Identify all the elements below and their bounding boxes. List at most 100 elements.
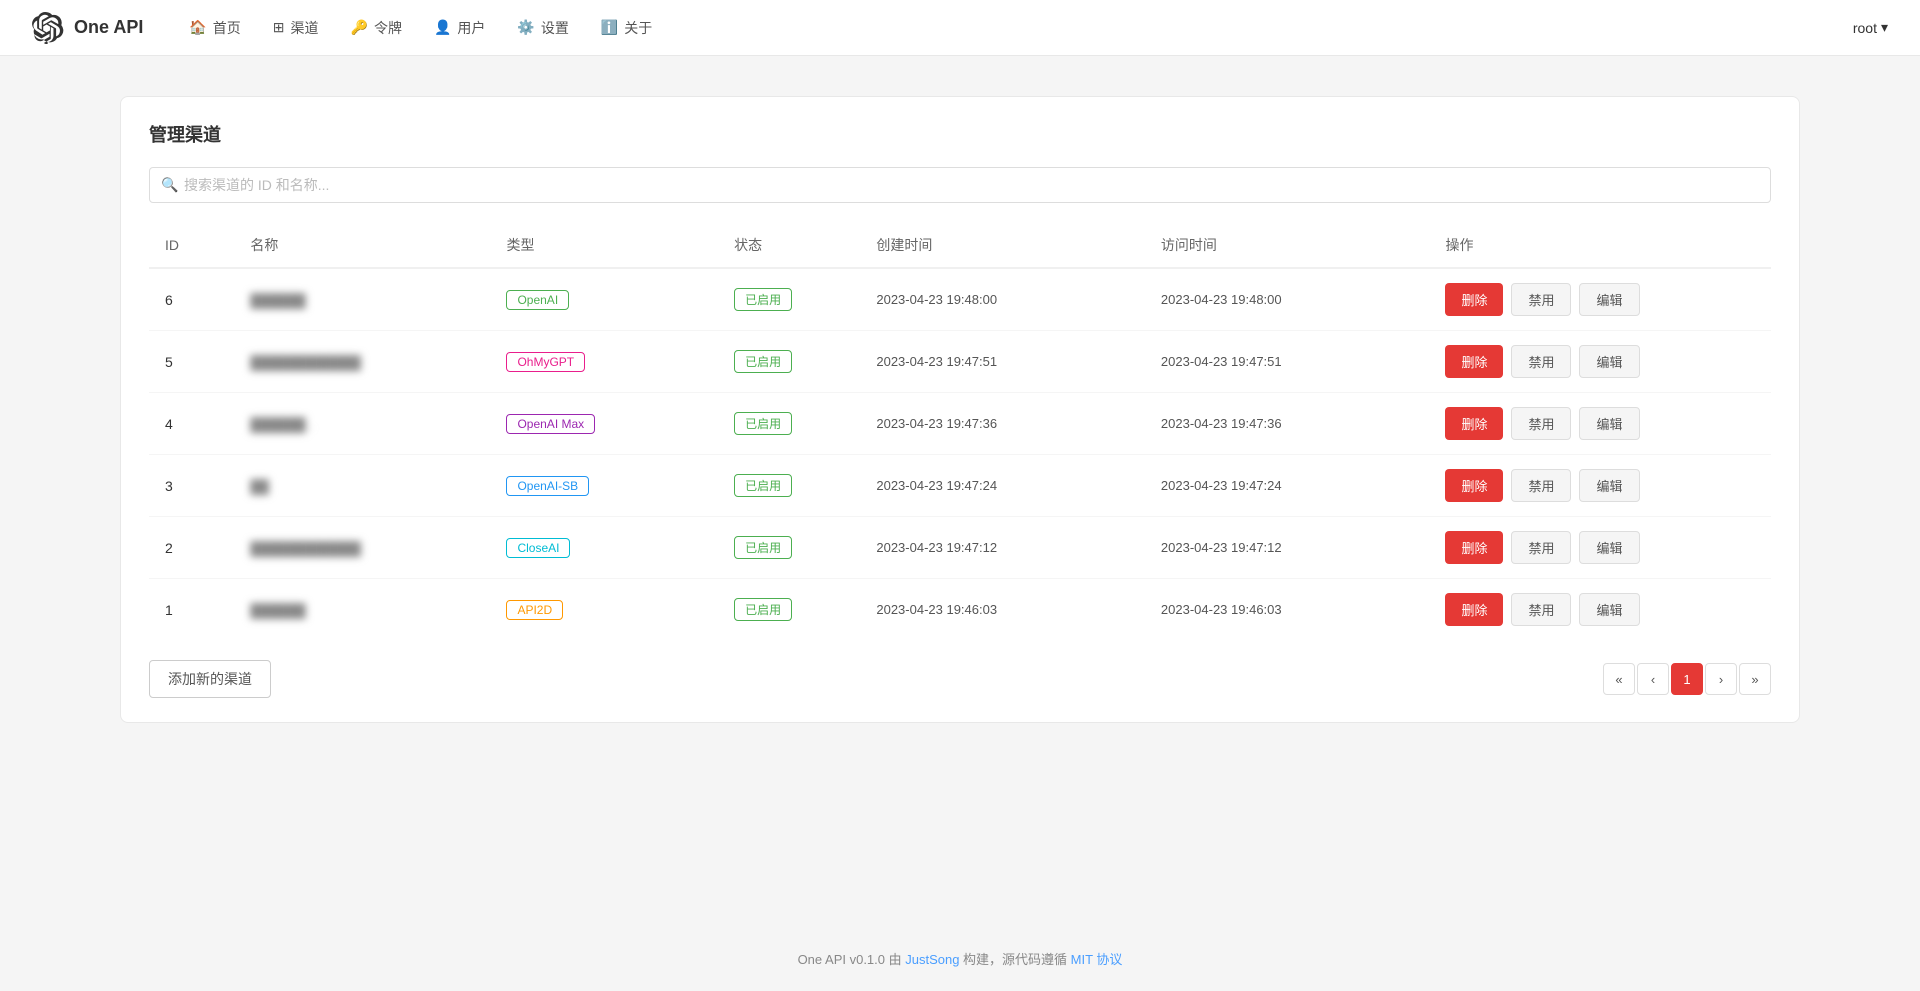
disable-button[interactable]: 禁用	[1511, 469, 1571, 502]
nav-label-token: 令牌	[374, 18, 402, 38]
delete-button[interactable]: 删除	[1445, 469, 1503, 502]
delete-button[interactable]: 删除	[1445, 531, 1503, 564]
table-header: ID 名称 类型 状态 创建时间 访问时间 操作	[149, 223, 1771, 268]
edit-button[interactable]: 编辑	[1579, 531, 1639, 564]
cell-type: OpenAI	[490, 268, 718, 331]
footer-license-link[interactable]: MIT 协议	[1071, 952, 1123, 967]
status-badge: 已启用	[734, 536, 792, 559]
cell-status: 已启用	[718, 268, 860, 331]
search-input[interactable]	[149, 167, 1771, 203]
search-wrap: 🔍	[149, 167, 1771, 203]
cell-id: 2	[149, 517, 234, 579]
nav-item-token[interactable]: 🔑 令牌	[337, 10, 416, 46]
cell-name: ████████████	[234, 517, 490, 579]
delete-button[interactable]: 删除	[1445, 407, 1503, 440]
cell-action: 删除 禁用 编辑	[1429, 455, 1771, 517]
edit-button[interactable]: 编辑	[1579, 345, 1639, 378]
nav-label-user: 用户	[457, 18, 485, 38]
about-icon: ℹ️	[601, 19, 618, 36]
token-icon: 🔑	[351, 19, 368, 36]
channel-name: ████████████	[250, 541, 361, 556]
status-badge: 已启用	[734, 598, 792, 621]
pagination-first[interactable]: «	[1603, 663, 1635, 695]
delete-button[interactable]: 删除	[1445, 345, 1503, 378]
edit-button[interactable]: 编辑	[1579, 469, 1639, 502]
cell-id: 5	[149, 331, 234, 393]
edit-button[interactable]: 编辑	[1579, 283, 1639, 316]
disable-button[interactable]: 禁用	[1511, 531, 1571, 564]
action-group: 删除 禁用 编辑	[1445, 593, 1755, 626]
action-group: 删除 禁用 编辑	[1445, 345, 1755, 378]
pagination-current[interactable]: 1	[1671, 663, 1703, 695]
disable-button[interactable]: 禁用	[1511, 283, 1571, 316]
cell-action: 删除 禁用 编辑	[1429, 268, 1771, 331]
cell-access-time: 2023-04-23 19:48:00	[1145, 268, 1430, 331]
cell-create-time: 2023-04-23 19:47:51	[860, 331, 1145, 393]
col-type: 类型	[490, 223, 718, 268]
type-badge: OpenAI-SB	[506, 476, 589, 496]
settings-icon: ⚙️	[517, 19, 534, 36]
delete-button[interactable]: 删除	[1445, 593, 1503, 626]
status-badge: 已启用	[734, 474, 792, 497]
nav-item-home[interactable]: 🏠 首页	[175, 10, 254, 46]
cell-name: ████████████	[234, 331, 490, 393]
cell-name: ██████	[234, 268, 490, 331]
channel-name: ██████ .	[250, 417, 313, 432]
disable-button[interactable]: 禁用	[1511, 407, 1571, 440]
channels-table: ID 名称 类型 状态 创建时间 访问时间 操作 6 ██████ OpenAI…	[149, 223, 1771, 640]
action-group: 删除 禁用 编辑	[1445, 283, 1755, 316]
type-badge: OpenAI Max	[506, 414, 595, 434]
user-dropdown[interactable]: root ▾	[1853, 19, 1888, 36]
cell-create-time: 2023-04-23 19:47:24	[860, 455, 1145, 517]
cell-status: 已启用	[718, 455, 860, 517]
type-badge: OhMyGPT	[506, 352, 585, 372]
add-channel-button[interactable]: 添加新的渠道	[149, 660, 271, 698]
channel-name: ████████████	[250, 355, 361, 370]
table-row: 2 ████████████ CloseAI 已启用 2023-04-23 19…	[149, 517, 1771, 579]
page-title: 管理渠道	[149, 121, 1771, 147]
disable-button[interactable]: 禁用	[1511, 345, 1571, 378]
cell-id: 3	[149, 455, 234, 517]
nav-item-about[interactable]: ℹ️ 关于	[587, 10, 666, 46]
edit-button[interactable]: 编辑	[1579, 593, 1639, 626]
nav-label-about: 关于	[624, 18, 652, 38]
cell-access-time: 2023-04-23 19:47:36	[1145, 393, 1430, 455]
action-group: 删除 禁用 编辑	[1445, 407, 1755, 440]
cell-action: 删除 禁用 编辑	[1429, 579, 1771, 641]
delete-button[interactable]: 删除	[1445, 283, 1503, 316]
disable-button[interactable]: 禁用	[1511, 593, 1571, 626]
nav-item-settings[interactable]: ⚙️ 设置	[503, 10, 582, 46]
table-row: 1 ██████ API2D 已启用 2023-04-23 19:46:03 2…	[149, 579, 1771, 641]
table-row: 4 ██████ . OpenAI Max 已启用 2023-04-23 19:…	[149, 393, 1771, 455]
cell-id: 6	[149, 268, 234, 331]
nav-item-channel[interactable]: ⊞ 渠道	[259, 10, 333, 46]
channel-management-card: 管理渠道 🔍 ID 名称 类型 状态 创建时间 访问时间 操作 6	[120, 96, 1800, 723]
pagination-last[interactable]: »	[1739, 663, 1771, 695]
pagination-prev[interactable]: ‹	[1637, 663, 1669, 695]
footer-text-middle: 构建，源代码遵循	[959, 952, 1070, 967]
table-body: 6 ██████ OpenAI 已启用 2023-04-23 19:48:00 …	[149, 268, 1771, 640]
channel-name: ██████	[250, 293, 305, 308]
cell-access-time: 2023-04-23 19:46:03	[1145, 579, 1430, 641]
pagination-next[interactable]: ›	[1705, 663, 1737, 695]
nav-label-settings: 设置	[541, 18, 569, 38]
page-footer: One API v0.1.0 由 JustSong 构建，源代码遵循 MIT 协…	[0, 931, 1920, 986]
type-badge: API2D	[506, 600, 563, 620]
edit-button[interactable]: 编辑	[1579, 407, 1639, 440]
brand-name: One API	[74, 17, 143, 38]
home-icon: 🏠	[189, 19, 206, 36]
action-group: 删除 禁用 编辑	[1445, 531, 1755, 564]
cell-create-time: 2023-04-23 19:47:12	[860, 517, 1145, 579]
cell-status: 已启用	[718, 579, 860, 641]
cell-name: ██	[234, 455, 490, 517]
footer-author-link[interactable]: JustSong	[905, 952, 959, 967]
cell-type: API2D	[490, 579, 718, 641]
cell-type: OpenAI-SB	[490, 455, 718, 517]
brand-icon	[32, 12, 64, 44]
table-row: 3 ██ OpenAI-SB 已启用 2023-04-23 19:47:24 2…	[149, 455, 1771, 517]
cell-type: OhMyGPT	[490, 331, 718, 393]
action-group: 删除 禁用 编辑	[1445, 469, 1755, 502]
cell-status: 已启用	[718, 517, 860, 579]
nav-item-user[interactable]: 👤 用户	[420, 10, 499, 46]
status-badge: 已启用	[734, 350, 792, 373]
